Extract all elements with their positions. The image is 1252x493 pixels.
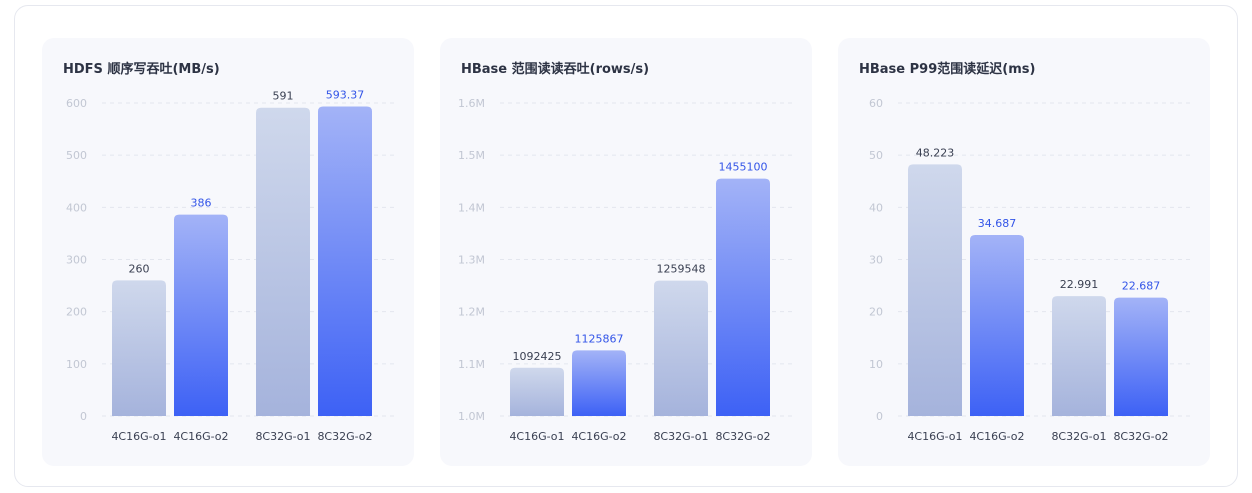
- y-tick-label: 200: [66, 306, 87, 319]
- x-tick-label: 8C32G-o1: [1051, 430, 1106, 443]
- y-tick-label: 100: [66, 358, 87, 371]
- x-tick-label: 4C16G-o2: [173, 430, 228, 443]
- dashboard-panel: HDFS 顺序写吞吐(MB/s) 0 100 200 300 400 500 600 260 4…: [14, 5, 1238, 487]
- x-tick-label: 8C32G-o1: [255, 430, 310, 443]
- bar-8c32g-o2: [716, 178, 770, 416]
- y-tick-label: 1.6M: [458, 97, 485, 110]
- bar-8c32g-o1: [654, 280, 708, 416]
- bar-4c16g-o2: [572, 350, 626, 416]
- x-tick-label: 4C16G-o2: [571, 430, 626, 443]
- y-tick-label: 1.1M: [458, 358, 485, 371]
- chart-card-hbase-throughput: HBase 范围读读吞吐(rows/s) 1.0M 1.1M 1.2M 1.3M 1.4…: [440, 38, 812, 466]
- y-tick-label: 0: [80, 410, 87, 423]
- bar-value-label: 1455100: [719, 161, 768, 174]
- bar-value-label: 386: [191, 197, 212, 210]
- x-tick-label: 8C32G-o2: [715, 430, 770, 443]
- y-tick-label: 400: [66, 201, 87, 214]
- y-tick-label: 1.4M: [458, 201, 485, 214]
- bar-chart-hbase-p99: 0 10 20 30 40 50 60 48.223 4C16G-o1 34.687 4C16G-o…: [869, 97, 1190, 443]
- y-tick-label: 1.2M: [458, 306, 485, 319]
- bar-8c32g-o1: [1052, 296, 1106, 416]
- bar-value-label: 591: [273, 90, 294, 103]
- x-tick-label: 4C16G-o1: [907, 430, 962, 443]
- bar-value-label: 1259548: [657, 263, 706, 276]
- bar-value-label: 1125867: [575, 332, 624, 345]
- y-tick-label: 20: [869, 306, 883, 319]
- y-tick-label: 30: [869, 254, 883, 267]
- y-tick-label: 500: [66, 149, 87, 162]
- y-tick-label: 40: [869, 201, 883, 214]
- x-tick-label: 8C32G-o2: [1113, 430, 1168, 443]
- y-tick-label: 1.5M: [458, 149, 485, 162]
- bar-value-label: 22.687: [1122, 280, 1161, 293]
- bar-value-label: 22.991: [1060, 278, 1099, 291]
- bar-value-label: 1092425: [513, 350, 562, 363]
- bar-8c32g-o2: [1114, 297, 1168, 416]
- y-tick-label: 50: [869, 149, 883, 162]
- bar-8c32g-o1: [256, 107, 310, 416]
- bar-4c16g-o1: [112, 280, 166, 416]
- bar-value-label: 48.223: [916, 146, 955, 159]
- y-tick-label: 0: [876, 410, 883, 423]
- bar-value-label: 260: [129, 262, 150, 275]
- y-tick-label: 1.3M: [458, 254, 485, 267]
- bar-4c16g-o1: [510, 367, 564, 416]
- y-tick-label: 1.0M: [458, 410, 485, 423]
- y-tick-label: 300: [66, 254, 87, 267]
- y-tick-label: 10: [869, 358, 883, 371]
- bar-4c16g-o1: [908, 164, 962, 416]
- chart-card-hbase-p99: HBase P99范围读延迟(ms) 0 10 20 30 40 50 60 48.223 4C…: [838, 38, 1210, 466]
- bar-8c32g-o2: [318, 106, 372, 416]
- bar-chart-hbase-throughput: 1.0M 1.1M 1.2M 1.3M 1.4M 1.5M 1.6M 1092425 4C16G…: [458, 97, 792, 443]
- chart-card-hdfs-write: HDFS 顺序写吞吐(MB/s) 0 100 200 300 400 500 600 260 4…: [42, 38, 414, 466]
- bar-value-label: 593.37: [326, 88, 365, 101]
- y-tick-label: 60: [869, 97, 883, 110]
- x-tick-label: 4C16G-o2: [969, 430, 1024, 443]
- bar-chart-hdfs-write: 0 100 200 300 400 500 600 260 4C16G-o1 386 4C16G-o…: [66, 88, 394, 443]
- y-tick-label: 600: [66, 97, 87, 110]
- x-tick-label: 8C32G-o2: [317, 430, 372, 443]
- bar-value-label: 34.687: [978, 217, 1017, 230]
- x-tick-label: 4C16G-o1: [509, 430, 564, 443]
- x-tick-label: 4C16G-o1: [111, 430, 166, 443]
- bar-4c16g-o2: [174, 214, 228, 416]
- bar-4c16g-o2: [970, 235, 1024, 416]
- x-tick-label: 8C32G-o1: [653, 430, 708, 443]
